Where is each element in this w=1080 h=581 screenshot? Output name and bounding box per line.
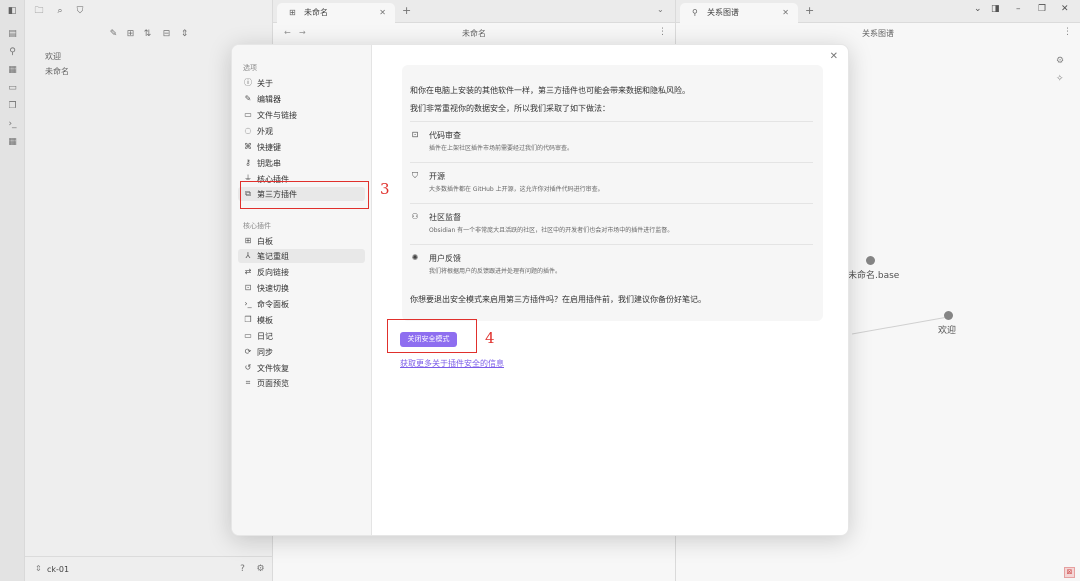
status-icon[interactable]: ⊠ (1064, 567, 1075, 578)
nav-item-hotkeys[interactable]: ⌘ 快捷键 (238, 140, 365, 154)
annotation-box-3 (240, 181, 369, 209)
nav-item-files-links[interactable]: ▭ 文件与链接 (238, 108, 365, 122)
feature-open-source: ⛉ 开源 大多数插件都在 GitHub 上开源，这允许你对插件代码进行审查。 (410, 162, 813, 202)
calendar-icon: ▭ (244, 331, 252, 340)
safety-intro: 和你在电脑上安装的其他软件一样，第三方插件也可能会带来数据和隐私风险。 (410, 86, 690, 95)
key-icon: ⚷ (245, 158, 251, 167)
canvas-icon: ⊞ (244, 236, 252, 245)
nav-item-command-palette[interactable]: ›_ 命令面板 (238, 297, 365, 311)
bug-icon: ✺ (411, 253, 419, 262)
preview-icon: ⌗ (245, 378, 251, 387)
nav-item-editor[interactable]: ✎ 编辑器 (238, 92, 365, 106)
plugin-safety-card: 和你在电脑上安装的其他软件一样，第三方插件也可能会带来数据和隐私风险。 我们非常… (402, 65, 823, 321)
nav-item-quick-switcher[interactable]: ⊡ 快速切换 (238, 281, 365, 295)
nav-item-page-preview[interactable]: ⌗ 页面预览 (238, 376, 365, 390)
folder-icon: ▭ (244, 110, 252, 119)
safety-intro-2: 我们非常重视你的数据安全，所以我们采取了如下做法： (410, 104, 610, 113)
settings-sidebar: 选项 ⓘ 关于 ✎ 编辑器 ▭ 文件与链接 ◌ 外观 ⌘ 快捷键 ⚷ 钥匙串 ⏚… (232, 45, 372, 535)
palette-icon: ◌ (244, 126, 252, 135)
terminal-icon: ›_ (244, 299, 252, 308)
info-icon: ⓘ (244, 78, 252, 87)
core-plugins-heading: 核心插件 (243, 222, 271, 230)
feature-code-review: ⊡ 代码审查 插件在上架社区插件市场前需要经过我们的代码审查。 (410, 121, 813, 161)
nav-item-daily-notes[interactable]: ▭ 日记 (238, 329, 365, 343)
options-heading: 选项 (243, 64, 257, 72)
template-icon: ❐ (244, 315, 252, 324)
nav-item-appearance[interactable]: ◌ 外观 (238, 124, 365, 138)
settings-modal: 选项 ⓘ 关于 ✎ 编辑器 ▭ 文件与链接 ◌ 外观 ⌘ 快捷键 ⚷ 钥匙串 ⏚… (231, 44, 849, 536)
annotation-box-4 (387, 319, 477, 353)
nav-item-keychain[interactable]: ⚷ 钥匙串 (238, 156, 365, 170)
merge-icon: ⅄ (245, 251, 251, 260)
nav-item-sync[interactable]: ⟳ 同步 (238, 345, 365, 359)
command-icon: ⌘ (244, 142, 252, 151)
history-icon: ↺ (244, 363, 252, 372)
nav-item-canvas[interactable]: ⊞ 白板 (238, 234, 365, 248)
switch-icon: ⊡ (244, 283, 252, 292)
nav-item-file-recovery[interactable]: ↺ 文件恢复 (238, 361, 365, 375)
safe-mode-question: 你想要退出安全模式来启用第三方插件吗？在启用插件前，我们建议你备份好笔记。 (410, 295, 706, 304)
annotation-number-3: 3 (380, 180, 390, 198)
annotation-number-4: 4 (485, 329, 495, 347)
nav-item-backlinks[interactable]: ⇄ 反向链接 (238, 265, 365, 279)
close-icon[interactable]: ✕ (830, 51, 838, 62)
backlink-icon: ⇄ (244, 267, 252, 276)
pencil-icon: ✎ (244, 94, 252, 103)
github-icon: ⛉ (412, 171, 418, 180)
feature-feedback: ✺ 用户反馈 我们将根据用户的反馈跟进并处理有问题的插件。 (410, 244, 813, 284)
users-icon: ⚇ (411, 212, 419, 221)
sync-icon: ⟳ (244, 347, 252, 356)
feature-community: ⚇ 社区监督 Obsidian 有一个非常庞大且活跃的社区，社区中的开发者们也会… (410, 203, 813, 243)
plugin-security-link[interactable]: 获取更多关于插件安全的信息 (400, 358, 504, 369)
nav-item-note-composer[interactable]: ⅄ 笔记重组 (238, 249, 365, 263)
nav-item-templates[interactable]: ❐ 模板 (238, 313, 365, 327)
code-review-icon: ⊡ (411, 130, 419, 139)
nav-item-about[interactable]: ⓘ 关于 (238, 76, 365, 90)
